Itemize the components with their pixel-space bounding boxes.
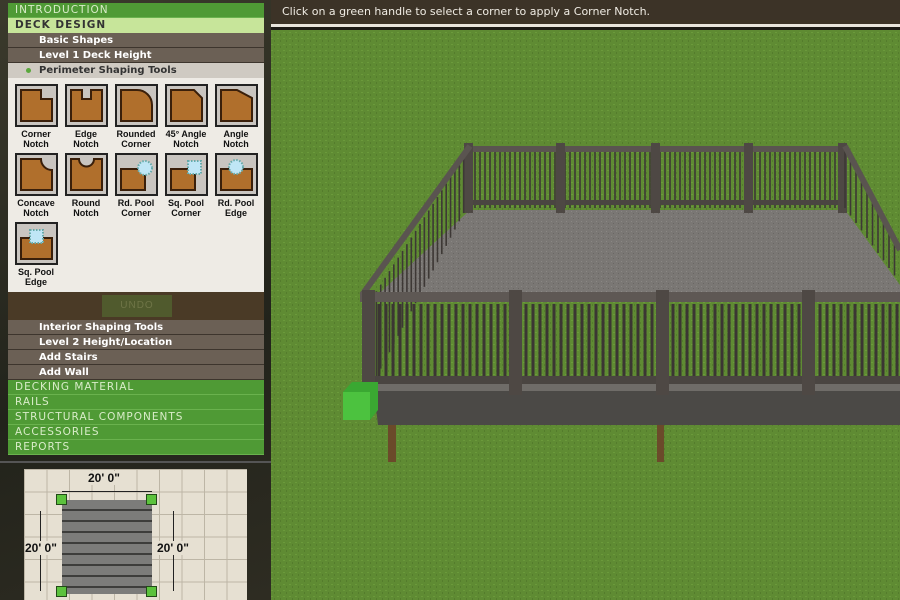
undo-bar: UNDO [8, 292, 264, 320]
rdpoolcorner-shape-icon [114, 153, 158, 196]
rail-post [802, 290, 815, 395]
tool-concave[interactable]: Concave Notch [11, 153, 61, 218]
concave-shape-icon [14, 153, 58, 196]
corner-handle[interactable] [146, 586, 157, 597]
tool-edge[interactable]: Edge Notch [61, 84, 111, 149]
dimension-line [62, 491, 152, 492]
tool-rdpoolcorner[interactable]: Rd. Pool Corner [111, 153, 161, 218]
rail-post [651, 143, 660, 213]
deck-leg [388, 420, 396, 462]
sidebar: INTRODUCTION DECK DESIGN Basic Shapes Le… [0, 0, 271, 600]
submenu-level1-height[interactable]: Level 1 Deck Height [8, 48, 264, 63]
tool-sqpoolcorner[interactable]: Sq. Pool Corner [161, 153, 211, 218]
angle-shape-icon [214, 84, 258, 127]
tool-label: Round Notch [71, 198, 101, 218]
sqpooledge-shape-icon [14, 222, 58, 265]
sqpoolcorner-shape-icon [164, 153, 208, 196]
tool-rdpooledge[interactable]: Rd. Pool Edge [211, 153, 261, 218]
selected-dot-icon [26, 68, 31, 73]
instruction-text: Click on a green handle to select a corn… [282, 5, 651, 18]
menu-introduction[interactable]: INTRODUCTION [8, 3, 264, 18]
dimension-top: 20' 0" [88, 471, 120, 485]
tool-label: Edge Notch [73, 129, 99, 149]
deck-edge [374, 383, 900, 391]
tool-label: Rd. Pool Corner [117, 198, 155, 218]
tool-rounded[interactable]: Rounded Corner [111, 84, 161, 149]
corner-handle[interactable] [56, 586, 67, 597]
rail-post [656, 290, 669, 395]
submenu-level2-height[interactable]: Level 2 Height/Location [8, 335, 264, 350]
tool-label: Angle Notch [223, 129, 249, 149]
rail-post [509, 290, 522, 395]
submenu-label: Perimeter Shaping Tools [39, 65, 177, 76]
tool-sqpooledge[interactable]: Sq. Pool Edge [11, 222, 61, 287]
menu-decking-material[interactable]: DECKING MATERIAL [8, 380, 264, 395]
rail-post [556, 143, 565, 213]
tool-label: Corner Notch [21, 129, 51, 149]
minimap-deck [62, 500, 152, 594]
3d-viewport[interactable] [271, 30, 900, 600]
angle45-shape-icon [164, 84, 208, 127]
shaping-tools-panel: Corner Notch Edge Notch Rounded Corner 45° Ang… [8, 78, 264, 292]
submenu-interior-shaping[interactable]: Interior Shaping Tools [8, 320, 264, 335]
divider [0, 461, 271, 463]
top-rail [360, 292, 900, 302]
undo-button[interactable]: UNDO [102, 295, 172, 317]
corner-handle[interactable] [146, 494, 157, 505]
deck-leg [657, 420, 664, 462]
menu-structural-components[interactable]: STRUCTURAL COMPONENTS [8, 410, 264, 425]
tool-label: Sq. Pool Corner [168, 198, 204, 218]
submenu-add-wall[interactable]: Add Wall [8, 365, 264, 380]
corner-shape-icon [14, 84, 58, 127]
green-corner-handle[interactable] [343, 382, 378, 420]
dimension-left: 20' 0" [25, 541, 57, 555]
tool-angle45[interactable]: 45° Angle Notch [161, 84, 211, 149]
submenu-add-stairs[interactable]: Add Stairs [8, 350, 264, 365]
tool-label: 45° Angle Notch [165, 129, 207, 149]
minimap[interactable]: 20' 0" 20' 0" 20' 0" [24, 469, 247, 600]
bottom-rail [365, 376, 900, 384]
rail-post [362, 290, 375, 395]
round-shape-icon [64, 153, 108, 196]
tool-label: Concave Notch [17, 198, 55, 218]
corner-handle[interactable] [56, 494, 67, 505]
deck-fascia [374, 390, 900, 425]
rdpooledge-shape-icon [214, 153, 258, 196]
tool-label: Rd. Pool Edge [217, 198, 255, 218]
rounded-shape-icon [114, 84, 158, 127]
menu-accessories[interactable]: ACCESSORIES [8, 425, 264, 440]
submenu-basic-shapes[interactable]: Basic Shapes [8, 33, 264, 48]
dimension-right: 20' 0" [157, 541, 189, 555]
tool-corner[interactable]: Corner Notch [11, 84, 61, 149]
tool-angle[interactable]: Angle Notch [211, 84, 261, 149]
menu-deck-design[interactable]: DECK DESIGN [8, 18, 264, 33]
menu-reports[interactable]: REPORTS [8, 440, 264, 455]
instruction-bar: Click on a green handle to select a corn… [271, 0, 900, 27]
tool-round[interactable]: Round Notch [61, 153, 111, 218]
rail-post [744, 143, 753, 213]
tool-label: Sq. Pool Edge [18, 267, 54, 287]
tool-label: Rounded Corner [116, 129, 156, 149]
submenu-perimeter-shaping[interactable]: Perimeter Shaping Tools [8, 63, 264, 78]
menu-rails[interactable]: RAILS [8, 395, 264, 410]
edge-shape-icon [64, 84, 108, 127]
